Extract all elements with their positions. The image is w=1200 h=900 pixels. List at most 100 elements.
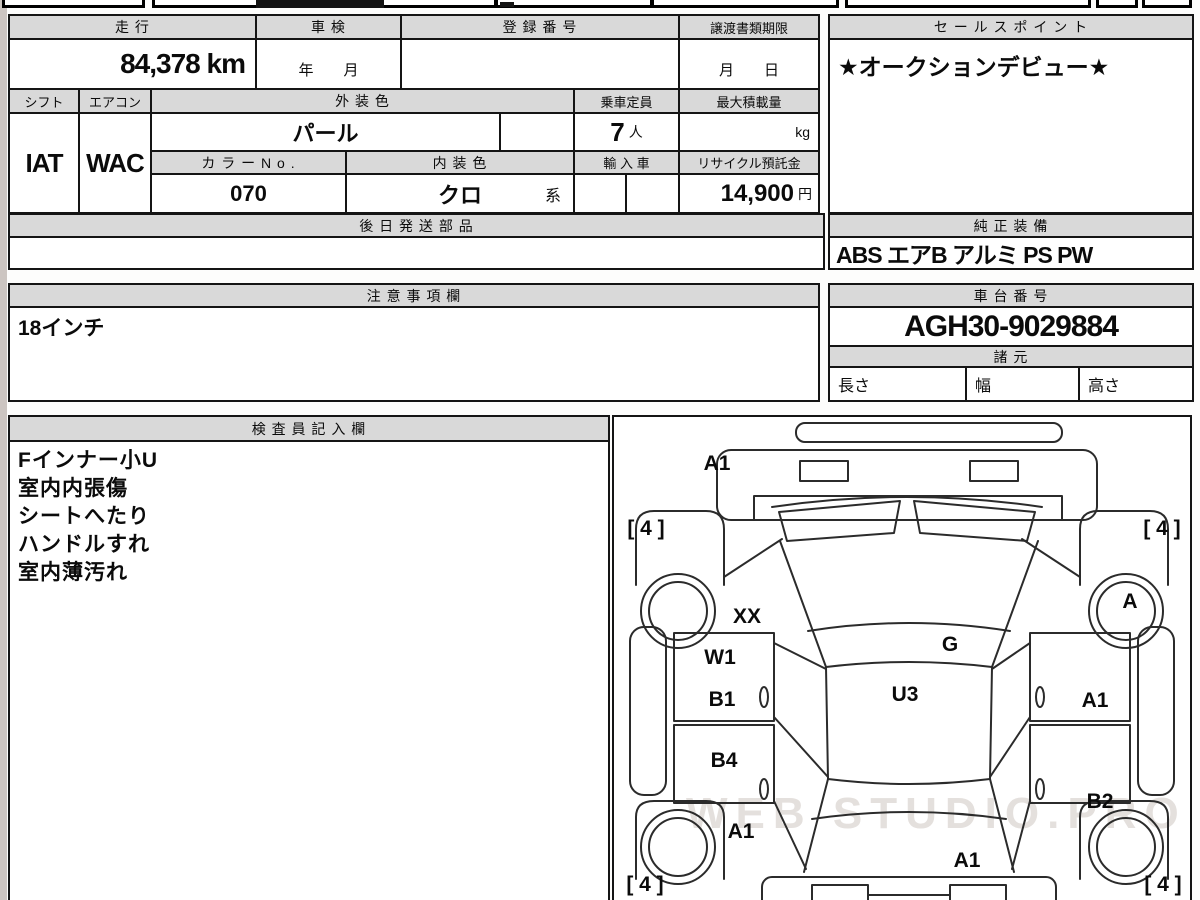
mileage-value: 84,378 km <box>120 48 246 79</box>
shaken-value: 年 月 <box>298 62 359 79</box>
mileage-header: 走 行 <box>8 14 257 40</box>
aircon-value: WAC <box>86 147 145 178</box>
spec-height-cell: 高さ <box>1078 366 1194 402</box>
max-load-header: 最大積載量 <box>678 88 820 114</box>
auction-sheet: 走 行 車 検 登 録 番 号 譲渡書類期限 84,378 km 年 月 月 日… <box>0 0 1200 900</box>
chassis-number-cell: AGH30-9029884 <box>828 306 1194 347</box>
shift-header-label: シフト <box>24 94 64 110</box>
exterior-color-header-label: 外 装 色 <box>335 93 390 109</box>
exterior-color-sub-cell <box>499 112 575 152</box>
interior-color-header-label: 内 装 色 <box>432 154 488 171</box>
cautions-header: 注 意 事 項 欄 <box>8 283 820 308</box>
damage-code-label: [ 4 ] <box>627 517 665 540</box>
recycle-deposit-cell: 14,900 円 <box>678 173 820 214</box>
import-car-cell-2 <box>625 173 680 214</box>
shaken-cell: 年 月 <box>255 38 402 90</box>
damage-code-label: U3 <box>891 683 919 706</box>
import-car-header: 輸 入 車 <box>573 150 680 175</box>
interior-color-suffix: 系 <box>544 187 561 205</box>
registration-cell <box>400 38 680 90</box>
chassis-number-header-label: 車 台 番 号 <box>973 287 1049 304</box>
sales-point-header-label: セ ー ル ス ポ イ ン ト <box>933 19 1089 35</box>
damage-code-label: [ 4 ] <box>1144 873 1182 896</box>
aircon-header-label: エアコン <box>88 94 141 110</box>
genuine-equipment-header-label: 純 正 装 備 <box>973 217 1049 234</box>
exterior-color-value: パール <box>292 121 359 146</box>
shaken-header: 車 検 <box>255 14 402 40</box>
inspector-notes-header-label: 検 査 員 記 入 欄 <box>251 420 367 437</box>
aircon-header: エアコン <box>78 88 152 114</box>
shaken-header-label: 車 検 <box>311 19 346 35</box>
import-car-cell-1 <box>573 173 627 214</box>
specs-header-label: 諸 元 <box>993 348 1029 365</box>
specs-header: 諸 元 <box>828 345 1194 368</box>
damage-code-label: A1 <box>703 452 731 475</box>
recycle-deposit-unit: 円 <box>798 185 812 202</box>
recycle-deposit-value: 14,900 <box>720 179 794 207</box>
scan-edge <box>0 0 7 900</box>
max-load-cell: kg <box>678 112 820 152</box>
transfer-deadline-cell: 月 日 <box>678 38 820 90</box>
color-no-header: カ ラ ー N o . <box>150 150 347 175</box>
damage-code-layer: A1 [ 4 ] [ 4 ] XX A G W1 B1 U3 A1 B4 B2 A1 A1 [ 4 ] [ 4… <box>614 417 1190 900</box>
damage-code-label: A1 <box>953 849 981 872</box>
capacity-value: 7 <box>610 116 625 147</box>
sales-point-value: ★オークションデビュー★ <box>838 54 1110 80</box>
genuine-equipment-value: ABS エアB アルミ PS PW <box>836 242 1093 268</box>
inspector-note-line: ハンドルすれ <box>18 533 150 556</box>
max-load-unit: kg <box>795 124 810 140</box>
mileage-cell: 84,378 km <box>8 38 257 90</box>
damage-code-label: [ 4 ] <box>1143 517 1181 540</box>
genuine-equipment-header: 純 正 装 備 <box>828 213 1194 238</box>
later-parts-cell <box>8 236 825 270</box>
max-load-header-label: 最大積載量 <box>716 94 782 110</box>
damage-code-label: A1 <box>1081 689 1109 712</box>
damage-code-label: XX <box>732 605 762 628</box>
later-parts-header-label: 後 日 発 送 部 品 <box>359 217 474 234</box>
color-no-value: 070 <box>230 180 267 206</box>
interior-color-cell: クロ 系 <box>345 173 575 214</box>
cautions-value: 18インチ <box>18 317 105 340</box>
transfer-deadline-header-label: 譲渡書類期限 <box>709 20 788 36</box>
mileage-header-label: 走 行 <box>115 19 150 35</box>
interior-color-header: 内 装 色 <box>345 150 575 175</box>
exterior-color-cell: パール <box>150 112 501 152</box>
transfer-deadline-header: 譲渡書類期限 <box>678 14 820 40</box>
capacity-cell: 7人 <box>573 112 680 152</box>
sales-point-cell: ★オークションデビュー★ <box>828 38 1194 214</box>
import-car-header-label: 輸 入 車 <box>603 156 650 171</box>
damage-code-label: W1 <box>704 646 736 669</box>
shift-cell: IAT <box>8 112 80 214</box>
chassis-number-value: AGH30-9029884 <box>904 309 1119 343</box>
recycle-deposit-header: リサイクル預託金 <box>678 150 820 175</box>
sales-point-header: セ ー ル ス ポ イ ン ト <box>828 14 1194 40</box>
spec-width-cell: 幅 <box>965 366 1080 402</box>
car-diagram: WEB STUDIO.PRO A1 [4] [4] XX A G W1 … <box>612 415 1192 900</box>
spec-height-label: 高さ <box>1088 378 1121 395</box>
spec-width-label: 幅 <box>975 378 992 395</box>
later-parts-header: 後 日 発 送 部 品 <box>8 213 825 238</box>
damage-code-label: A1 <box>727 820 755 843</box>
shift-value: IAT <box>25 147 64 178</box>
cautions-header-label: 注 意 事 項 欄 <box>366 287 462 304</box>
color-no-cell: 070 <box>150 173 347 214</box>
shift-header: シフト <box>8 88 80 114</box>
interior-color-value: クロ <box>437 182 482 208</box>
inspector-note-line: 室内内張傷 <box>18 477 128 500</box>
capacity-header-label: 乗車定員 <box>600 94 653 110</box>
registration-header: 登 録 番 号 <box>400 14 680 40</box>
inspector-note-line: 室内薄汚れ <box>18 561 128 584</box>
damage-code-label: A <box>1122 590 1138 613</box>
genuine-equipment-cell: ABS エアB アルミ PS PW <box>828 236 1194 270</box>
car-diagram-inner: WEB STUDIO.PRO A1 [4] [4] XX A G W1 … <box>614 417 1190 900</box>
registration-header-label: 登 録 番 号 <box>502 19 578 35</box>
inspector-notes: Fインナー小U 室内内張傷シートへたり ハンドルすれ 室内薄汚れ <box>8 440 610 900</box>
inspector-note-line: Fインナー小U <box>18 449 158 472</box>
cautions-cell: 18インチ <box>8 306 820 402</box>
chassis-number-header: 車 台 番 号 <box>828 283 1194 308</box>
color-no-header-label: カ ラ ー N o . <box>201 154 296 171</box>
transfer-deadline-value: 月 日 <box>718 62 779 79</box>
damage-code-label: B1 <box>708 688 736 711</box>
inspector-note-line: シートへたり <box>18 505 150 528</box>
capacity-header: 乗車定員 <box>573 88 680 114</box>
